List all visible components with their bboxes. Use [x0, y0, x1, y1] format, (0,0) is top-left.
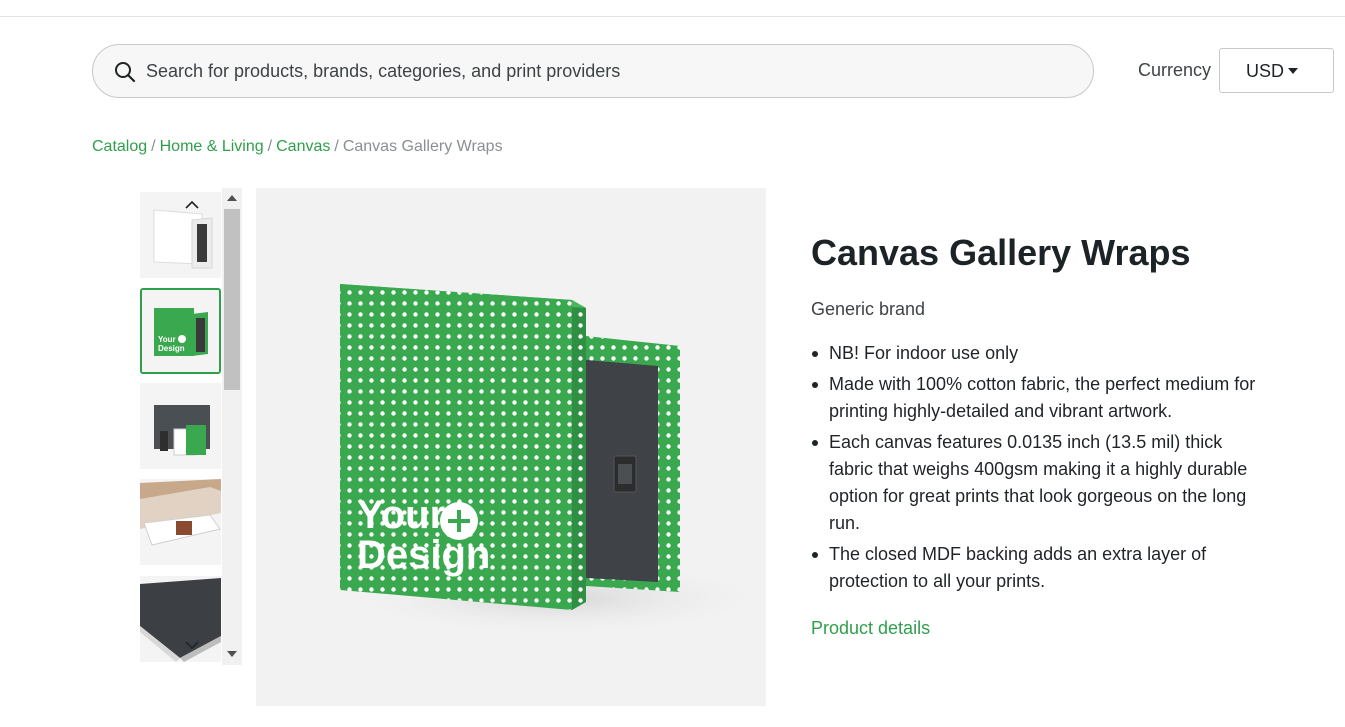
thumbnails-up-icon[interactable] [183, 198, 201, 212]
currency-value: USD [1246, 61, 1285, 81]
thumbnail-scrollbar[interactable] [222, 188, 242, 665]
breadcrumb-home-living[interactable]: Home & Living [160, 138, 264, 155]
currency-select[interactable]: USD [1219, 48, 1334, 93]
feature-list: NB! For indoor use only Made with 100% c… [811, 340, 1261, 599]
header-divider [0, 16, 1345, 17]
thumbnail-3[interactable] [140, 383, 221, 469]
search-icon [115, 62, 136, 83]
feature-item: Made with 100% cotton fabric, the perfec… [811, 371, 1261, 425]
svg-text:Design: Design [158, 344, 185, 353]
product-details-link[interactable]: Product details [811, 618, 930, 639]
feature-item: NB! For indoor use only [811, 340, 1261, 367]
breadcrumb-separator: / [267, 138, 273, 155]
thumbnail-list: Your Design [140, 188, 221, 664]
breadcrumb-catalog[interactable]: Catalog [92, 138, 147, 155]
caret-down-icon [1288, 68, 1298, 74]
breadcrumb-current: Canvas Gallery Wraps [342, 138, 503, 155]
feature-item: The closed MDF backing adds an extra lay… [811, 541, 1261, 595]
thumbnail-4[interactable] [140, 479, 221, 565]
search-input[interactable] [146, 45, 1046, 97]
scroll-down-arrow-icon[interactable] [227, 651, 237, 657]
thumbnail-5[interactable] [140, 576, 221, 662]
currency-label: Currency [1138, 60, 1212, 80]
product-title: Canvas Gallery Wraps [811, 232, 1191, 273]
breadcrumb: Catalog / Home & Living / Canvas / Canvas Gall… [92, 138, 503, 156]
main-product-image: Your Design [256, 188, 766, 706]
svg-text:Your: Your [158, 335, 176, 344]
feature-item: Each canvas features 0.0135 inch (13.5 m… [811, 429, 1261, 537]
thumbnails-down-icon[interactable] [183, 638, 201, 652]
thumbnail-1[interactable] [140, 192, 221, 278]
product-brand: Generic brand [811, 299, 926, 319]
breadcrumb-canvas[interactable]: Canvas [276, 138, 330, 155]
breadcrumb-separator: / [151, 138, 156, 155]
scrollbar-thumb[interactable] [224, 209, 240, 390]
breadcrumb-separator: / [334, 138, 339, 155]
search-bar[interactable] [92, 44, 1094, 98]
thumbnail-2[interactable]: Your Design [140, 288, 221, 374]
scroll-up-arrow-icon[interactable] [227, 195, 237, 201]
mockup-text-design: Design [357, 533, 490, 577]
mockup-text-your: Your [357, 493, 445, 537]
